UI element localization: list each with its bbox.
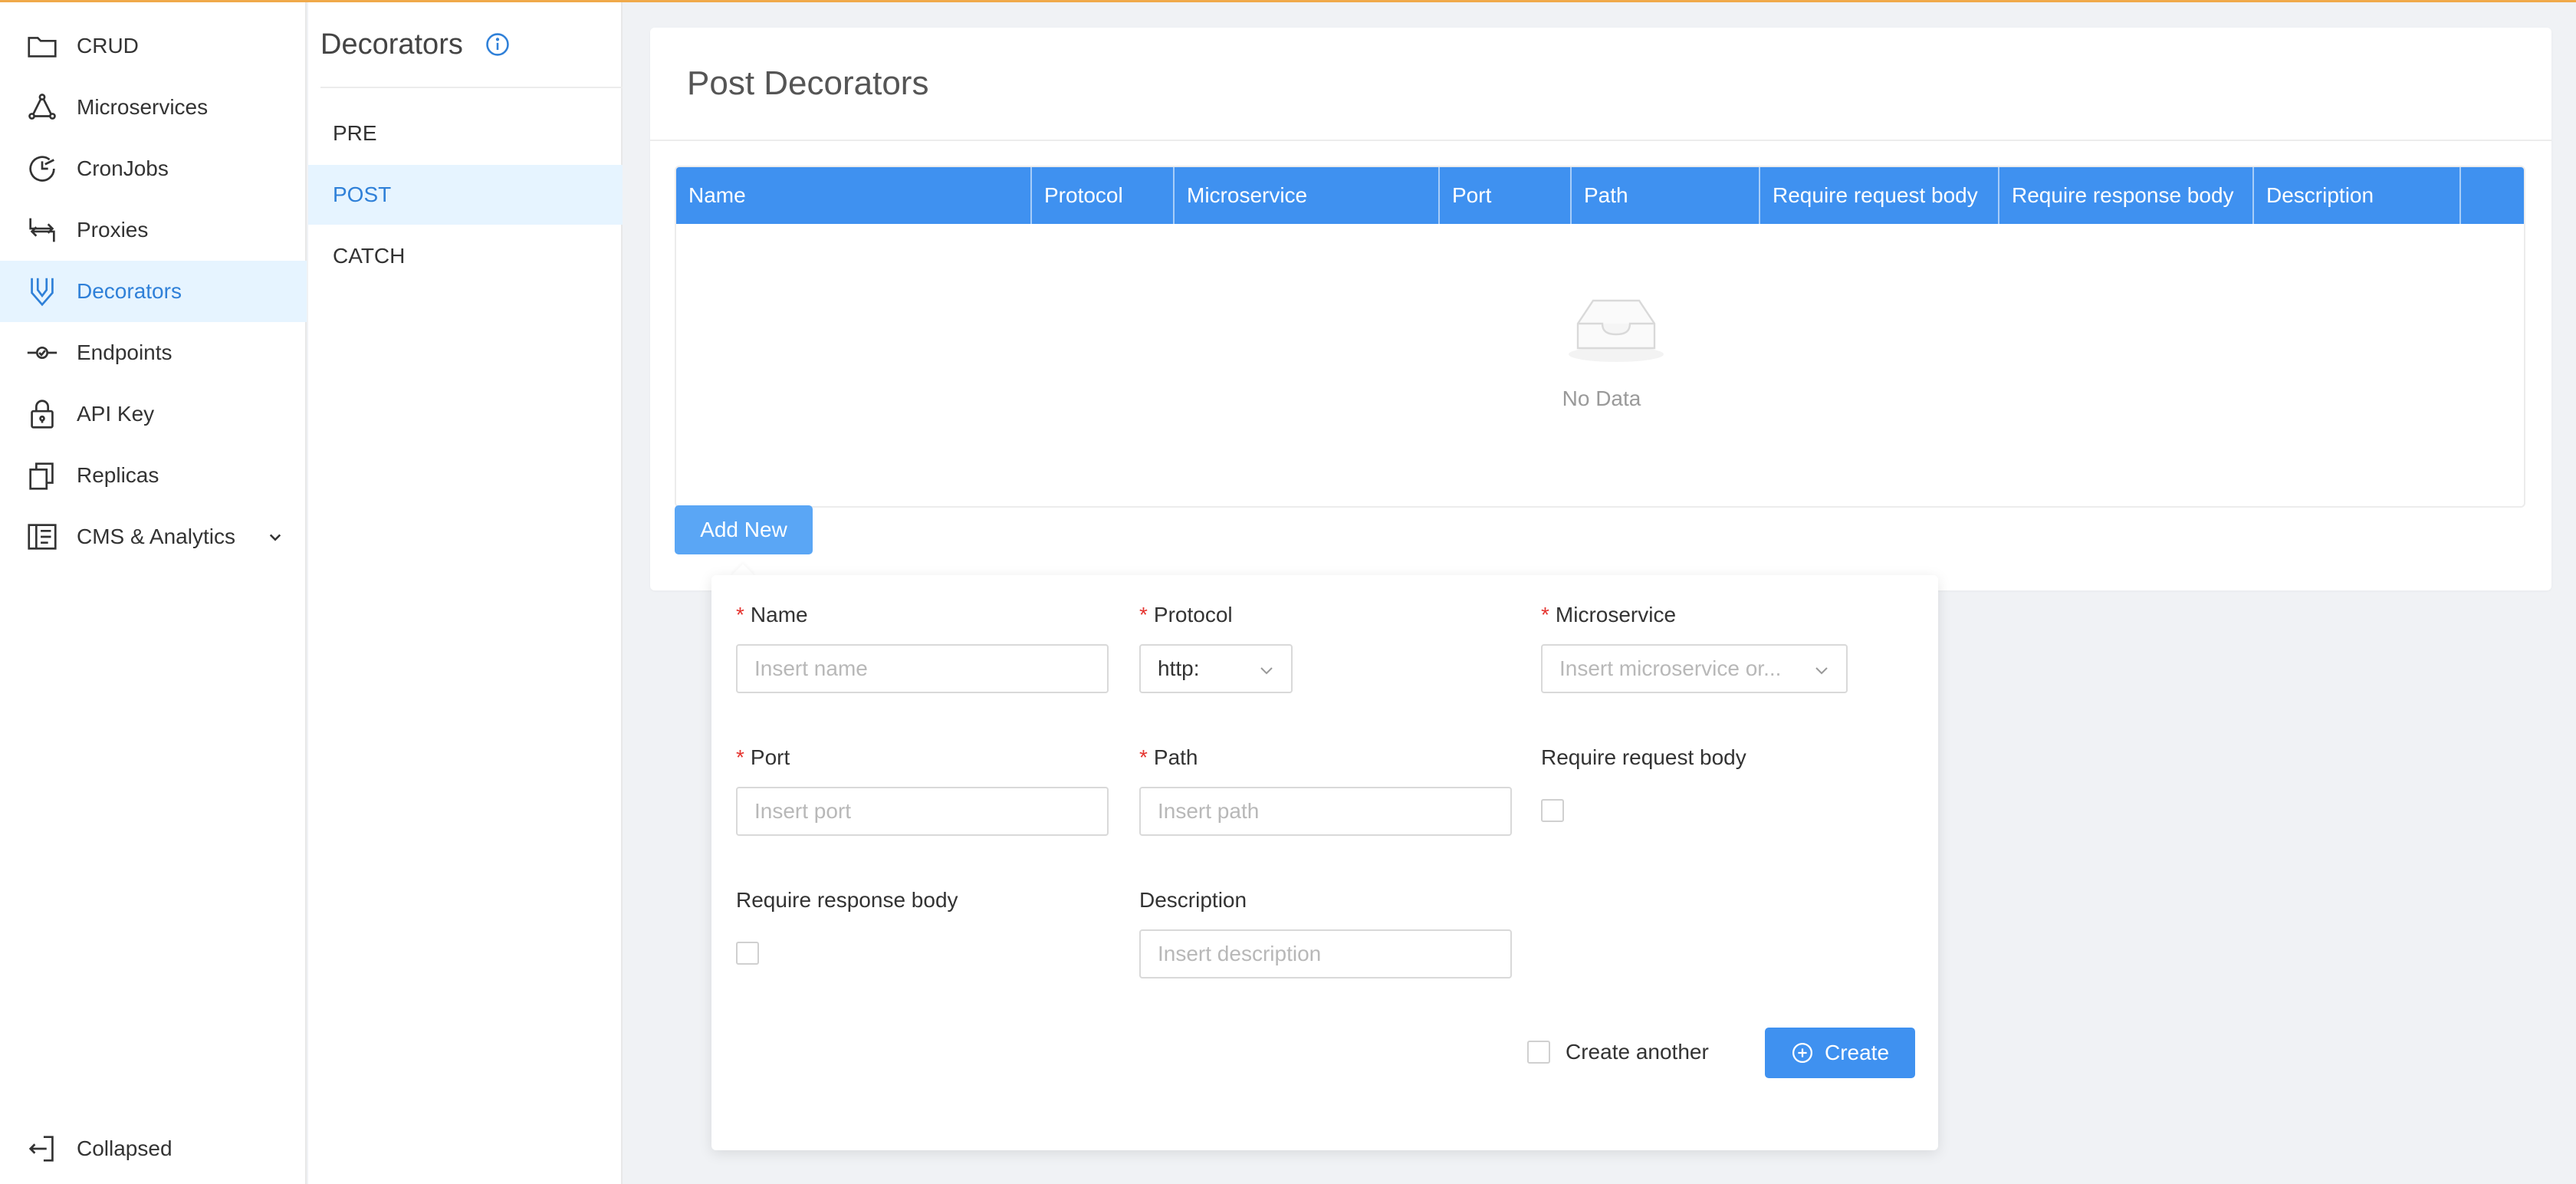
require-response-body-checkbox[interactable]	[736, 942, 759, 965]
required-mark: *	[1139, 745, 1148, 769]
path-label: * Path	[1139, 745, 1198, 770]
subnav-item-post[interactable]: POST	[308, 165, 623, 225]
require-response-body-label: Require response body	[736, 888, 958, 912]
port-label-text: Port	[750, 745, 790, 769]
protocol-label-text: Protocol	[1153, 603, 1233, 627]
sidebar-item-cms-analytics[interactable]: CMS & Analytics	[0, 506, 307, 567]
subnav-item-catch[interactable]: CATCH	[308, 226, 623, 286]
sidebar-item-label: API Key	[77, 402, 155, 426]
path-label-text: Path	[1153, 745, 1198, 769]
decorators-table: Name Protocol Microservice Port Path Req…	[675, 166, 2525, 508]
description-label: Description	[1139, 888, 1247, 912]
port-label: * Port	[736, 745, 790, 770]
column-header-port[interactable]: Port	[1440, 167, 1572, 224]
sidebar-item-label: CronJobs	[77, 156, 169, 180]
sidebar-item-crud[interactable]: CRUD	[0, 15, 307, 77]
require-request-body-checkbox[interactable]	[1541, 799, 1564, 822]
create-another-label[interactable]: Create another	[1566, 1040, 1709, 1064]
main-card: Post Decorators Name Protocol Microservi…	[650, 28, 2551, 590]
sidebar-item-api-key[interactable]: API Key	[0, 383, 307, 445]
required-mark: *	[736, 603, 744, 627]
name-label-text: Name	[750, 603, 808, 627]
protocol-value: http:	[1158, 656, 1200, 680]
divider	[650, 140, 2551, 141]
column-header-path[interactable]: Path	[1572, 167, 1760, 224]
subnav-header: Decorators	[320, 2, 623, 88]
port-input[interactable]	[736, 787, 1109, 836]
required-mark: *	[1139, 603, 1148, 627]
column-header-require-request-body[interactable]: Require request body	[1760, 167, 1999, 224]
sidebar-item-label: Replicas	[77, 463, 159, 487]
empty-text: No Data	[1562, 386, 1641, 410]
column-header-require-response-body[interactable]: Require response body	[1999, 167, 2254, 224]
add-decorator-form: *Name *Protocol http: *Microservice Inse…	[711, 575, 1938, 1150]
chevron-down-icon	[269, 534, 281, 541]
name-label: * Name	[736, 603, 808, 627]
protocol-select[interactable]: http:	[1139, 644, 1293, 693]
sidebar-item-proxies[interactable]: Proxies	[0, 199, 307, 261]
name-input[interactable]	[736, 644, 1109, 693]
subnav-title: Decorators	[320, 28, 463, 61]
subnav-item-pre[interactable]: PRE	[308, 104, 623, 163]
page-title: Post Decorators	[687, 64, 929, 102]
folder-icon	[25, 28, 60, 64]
sidebar-item-replicas[interactable]: Replicas	[0, 445, 307, 506]
protocol-label: * Protocol	[1139, 603, 1233, 627]
cms-icon	[25, 519, 60, 554]
main-sidebar: CRUD Microservices CronJobs Proxies Deco…	[0, 2, 307, 1184]
sidebar-item-microservices[interactable]: Microservices	[0, 77, 307, 138]
microservice-label-text: Microservice	[1555, 603, 1677, 627]
sidebar-item-label: CMS & Analytics	[77, 525, 235, 548]
microservice-placeholder: Insert microservice or...	[1559, 656, 1782, 680]
collapse-icon	[25, 1131, 60, 1166]
add-new-button[interactable]: Add New	[675, 505, 813, 554]
required-mark: *	[1541, 603, 1549, 627]
proxy-icon	[25, 212, 60, 248]
chevron-down-icon	[1260, 667, 1273, 675]
column-header-protocol[interactable]: Protocol	[1032, 167, 1175, 224]
sidebar-item-cronjobs[interactable]: CronJobs	[0, 138, 307, 199]
copy-icon	[25, 458, 60, 493]
description-input[interactable]	[1139, 929, 1512, 978]
table-header: Name Protocol Microservice Port Path Req…	[676, 167, 2524, 224]
sidebar-item-label: Endpoints	[77, 340, 172, 364]
column-header-description[interactable]: Description	[2254, 167, 2461, 224]
microservice-label: * Microservice	[1541, 603, 1676, 627]
chevron-down-icon	[1815, 667, 1828, 675]
sidebar-item-decorators[interactable]: Decorators	[0, 261, 307, 322]
create-button[interactable]: Create	[1765, 1028, 1915, 1078]
sidebar-collapse-label: Collapsed	[77, 1136, 172, 1160]
sidebar-collapse-toggle[interactable]: Collapsed	[0, 1118, 307, 1179]
clock-icon	[25, 151, 60, 186]
required-mark: *	[736, 745, 744, 769]
decorators-subnav: Decorators PRE POST CATCH	[308, 2, 623, 1184]
path-input[interactable]	[1139, 787, 1512, 836]
sidebar-item-label: Proxies	[77, 218, 149, 242]
decorator-icon	[25, 274, 60, 309]
column-header-microservice[interactable]: Microservice	[1175, 167, 1440, 224]
empty-inbox-icon	[1569, 299, 1664, 362]
sidebar-item-label: Decorators	[77, 279, 182, 303]
microservices-icon	[25, 90, 60, 125]
sidebar-item-label: Microservices	[77, 95, 209, 119]
plus-circle-icon	[1792, 1043, 1812, 1063]
info-icon[interactable]	[485, 31, 511, 58]
column-header-name[interactable]: Name	[676, 167, 1032, 224]
microservice-select[interactable]: Insert microservice or...	[1541, 644, 1848, 693]
column-header-actions	[2461, 167, 2524, 224]
sidebar-item-endpoints[interactable]: Endpoints	[0, 322, 307, 383]
endpoint-icon	[25, 335, 60, 370]
sidebar-item-label: CRUD	[77, 34, 139, 58]
create-button-label: Create	[1824, 1041, 1890, 1064]
require-request-body-label: Require request body	[1541, 745, 1746, 769]
lock-icon	[25, 396, 60, 432]
empty-state: No Data	[676, 224, 2524, 506]
create-another-checkbox[interactable]	[1527, 1041, 1550, 1064]
